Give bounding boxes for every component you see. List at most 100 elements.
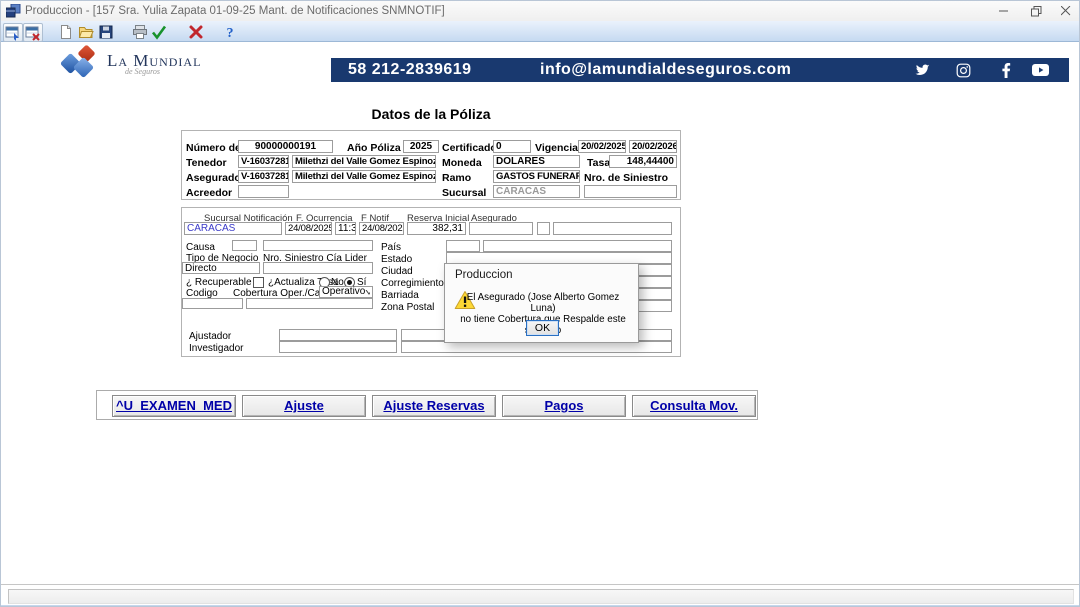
- moneda-field[interactable]: DOLARES: [493, 155, 580, 168]
- numero-label: Número de: [186, 142, 241, 154]
- investigador-label: Investigador: [189, 343, 243, 354]
- pais-field[interactable]: [483, 240, 672, 252]
- anio-poliza-field[interactable]: 2025: [403, 140, 439, 153]
- recuperable-checkbox[interactable]: [253, 277, 264, 288]
- ramo-field[interactable]: GASTOS FUNERARIO: [493, 170, 580, 183]
- add-record-button[interactable]: [3, 23, 23, 42]
- examen-med-button[interactable]: ^U_EXAMEN_MED: [112, 395, 236, 417]
- cobertura-tipo-value: Operativo: [322, 287, 365, 297]
- certificado-label: Certificado: [442, 142, 497, 154]
- tasa-label: Tasa: [587, 157, 610, 169]
- minimize-button[interactable]: [989, 1, 1019, 21]
- tenedor-label: Tenedor: [186, 157, 227, 169]
- contact-bar: 58 212-2839619 info@lamundialdeseguros.c…: [331, 58, 1069, 82]
- save-icon: [98, 24, 114, 40]
- toolbar: ?: [1, 21, 1080, 42]
- titlebar: Produccion - [157 Sra. Yulia Zapata 01-0…: [1, 1, 1080, 21]
- logo-tagline: de Seguros: [125, 67, 160, 76]
- twitter-icon[interactable]: [914, 62, 931, 78]
- asegurado-codigo-field[interactable]: [469, 222, 533, 235]
- status-divider: [1, 584, 1080, 586]
- ajuste-button[interactable]: Ajuste: [242, 395, 366, 417]
- email-address: info@lamundialdeseguros.com: [540, 61, 791, 79]
- sucursal-notificacion-field[interactable]: CARACAS: [184, 222, 282, 235]
- sucursal-label: Sucursal: [442, 187, 486, 199]
- print-icon: [132, 24, 148, 40]
- help-icon: ?: [222, 24, 238, 40]
- ajustador-label: Ajustador: [189, 331, 231, 342]
- codigo-field[interactable]: [182, 298, 243, 309]
- add-record-icon: [5, 25, 21, 41]
- asegurado-label: Asegurado: [186, 172, 241, 184]
- corregimiento-label: Corregimiento: [381, 278, 444, 289]
- f-notif-field[interactable]: 24/08/2025: [359, 222, 404, 235]
- dialog-title: Produccion: [455, 269, 513, 281]
- restore-button[interactable]: [1021, 1, 1051, 21]
- delete-x-icon: [188, 24, 204, 40]
- ajuste-reservas-button[interactable]: Ajuste Reservas: [372, 395, 496, 417]
- new-document-button[interactable]: [57, 23, 75, 40]
- help-button[interactable]: ?: [221, 23, 239, 40]
- new-document-icon: [58, 24, 74, 40]
- close-button[interactable]: [1051, 1, 1080, 21]
- pais-codigo-field[interactable]: [446, 240, 480, 252]
- pagos-button[interactable]: Pagos: [502, 395, 626, 417]
- cobertura-field[interactable]: [246, 298, 373, 309]
- vigencia-desde-field[interactable]: 20/02/2025: [578, 140, 626, 153]
- asegurado-nombre-notif-field[interactable]: [553, 222, 672, 235]
- asegurado-nombre-field[interactable]: Milethzi del Valle Gomez Espinoz: [292, 170, 436, 183]
- moneda-label: Moneda: [442, 157, 482, 169]
- delete-button[interactable]: [187, 23, 205, 40]
- causa-label: Causa: [186, 242, 215, 253]
- consulta-mov-button[interactable]: Consulta Mov.: [632, 395, 756, 417]
- ajustador-codigo-field[interactable]: [279, 329, 397, 341]
- save-button[interactable]: [97, 23, 115, 40]
- open-file-icon: [78, 24, 94, 40]
- window-title: Produccion - [157 Sra. Yulia Zapata 01-0…: [25, 5, 445, 17]
- nro-siniestro-cia-field[interactable]: [263, 262, 373, 274]
- tenedor-nombre-field[interactable]: Milethzi del Valle Gomez Espinoz: [292, 155, 436, 168]
- f-ocurrencia-field[interactable]: 24/08/2025: [285, 222, 332, 235]
- page-title: Datos de la Póliza: [281, 106, 581, 122]
- actions-bar: ^U_EXAMEN_MED Ajuste Ajuste Reservas Pag…: [96, 390, 758, 420]
- nro-siniestro-field[interactable]: [584, 185, 677, 198]
- estado-label: Estado: [381, 254, 412, 265]
- svg-text:?: ?: [227, 26, 234, 40]
- vigencia-hasta-field[interactable]: 20/02/2026: [629, 140, 677, 153]
- causa-desc-field[interactable]: [263, 240, 373, 251]
- ok-button[interactable]: OK: [526, 320, 559, 336]
- numero-poliza-field[interactable]: 90000000191: [238, 140, 333, 153]
- pais-label: País: [381, 242, 401, 253]
- hora-ocurrencia-field[interactable]: 11:36: [335, 222, 356, 235]
- asegurado-tipo-field[interactable]: [537, 222, 550, 235]
- acreedor-field[interactable]: [238, 185, 289, 198]
- app-window: Produccion - [157 Sra. Yulia Zapata 01-0…: [0, 0, 1080, 607]
- confirm-check-icon: [151, 24, 167, 40]
- investigador-codigo-field[interactable]: [279, 341, 397, 353]
- app-icon: [6, 4, 21, 18]
- dialog-message-line1: El Asegurado (Jose Alberto Gomez Luna): [457, 292, 629, 314]
- nro-siniestro-label: Nro. de Siniestro: [584, 172, 668, 184]
- tenedor-id-field[interactable]: V-16037281: [238, 155, 289, 168]
- youtube-icon[interactable]: [1032, 62, 1049, 78]
- tipo-negocio-field[interactable]: Directo: [182, 262, 260, 274]
- facebook-icon[interactable]: [997, 62, 1014, 78]
- tasa-field[interactable]: 148,44400: [609, 155, 677, 168]
- print-button[interactable]: [131, 23, 149, 40]
- delete-record-icon: [25, 25, 41, 41]
- sucursal-field: CARACAS: [493, 185, 580, 198]
- reserva-inicial-field[interactable]: 382,31: [407, 222, 466, 235]
- cobertura-tipo-dropdown[interactable]: Operativo: [319, 286, 373, 298]
- asegurado-id-field[interactable]: V-16037281: [238, 170, 289, 183]
- status-bar: [8, 589, 1074, 604]
- instagram-icon[interactable]: [955, 62, 972, 78]
- anio-poliza-label: Año Póliza: [347, 142, 401, 154]
- phone-number: 58 212-2839619: [348, 61, 472, 79]
- confirm-button[interactable]: [150, 23, 168, 40]
- open-file-button[interactable]: [77, 23, 95, 40]
- delete-record-button[interactable]: [23, 23, 43, 42]
- chevron-down-icon: [365, 290, 370, 295]
- zona-postal-label: Zona Postal: [381, 302, 434, 313]
- certificado-field[interactable]: 0: [493, 140, 531, 153]
- causa-codigo-field[interactable]: [232, 240, 257, 251]
